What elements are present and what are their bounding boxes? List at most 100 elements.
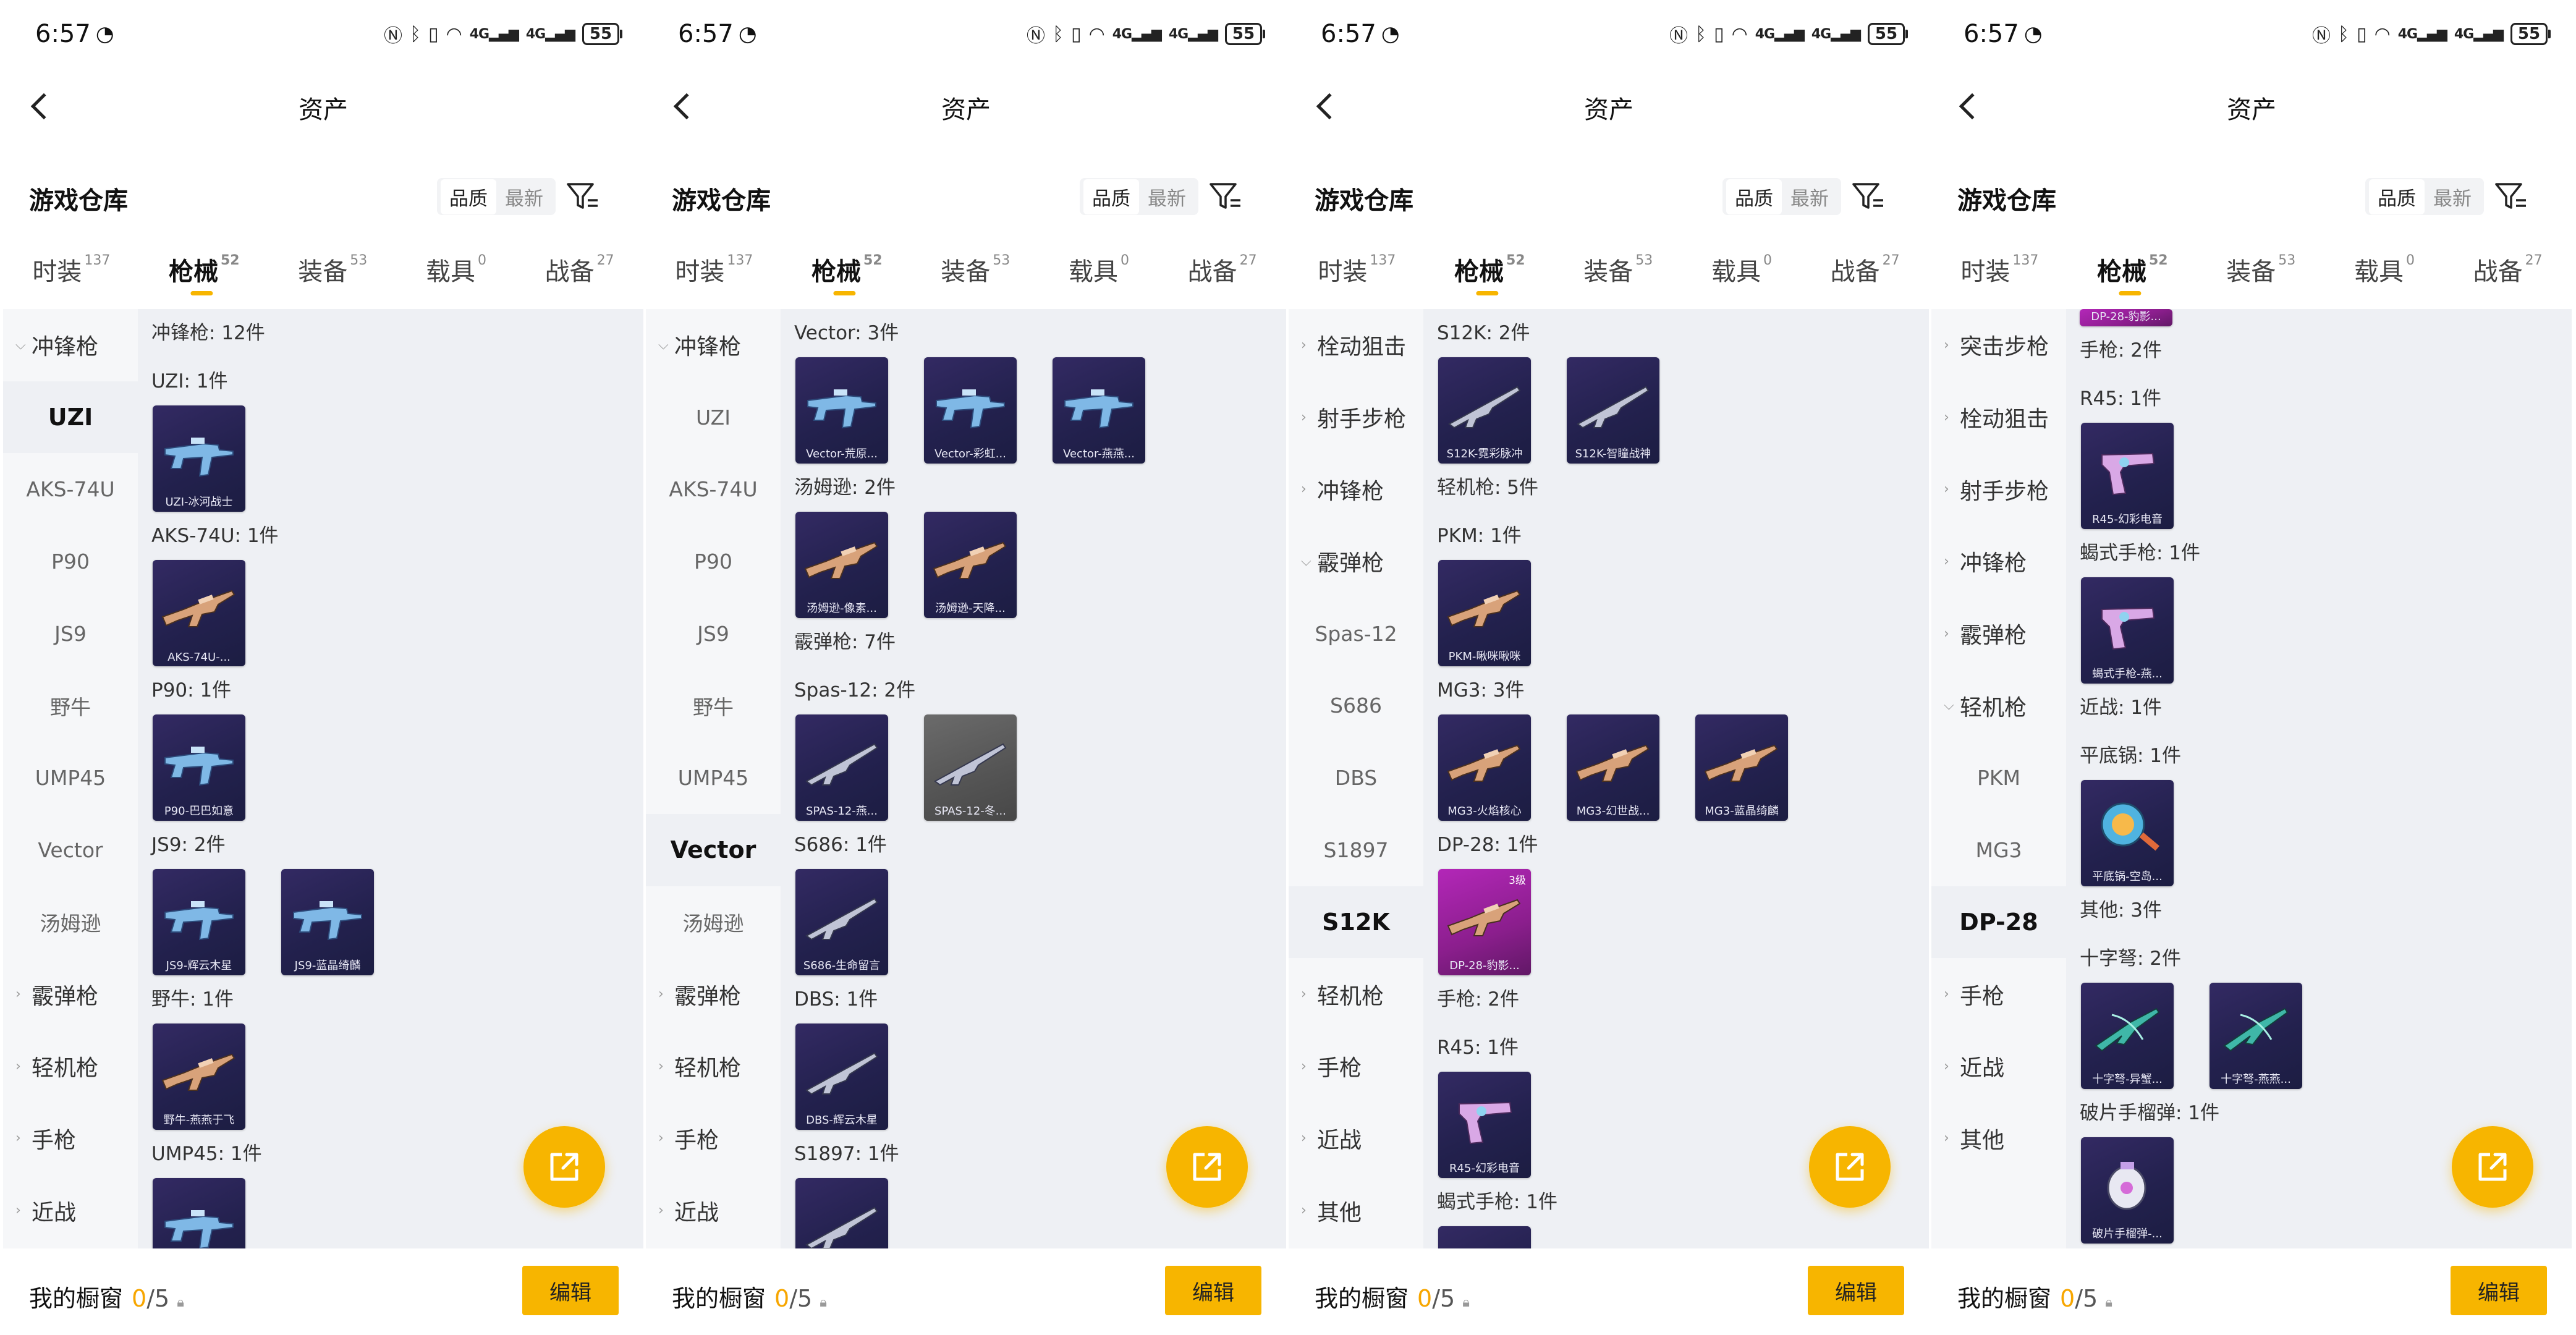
sidebar-item[interactable]: DP-28 (1931, 886, 2066, 959)
tab-fashion[interactable]: 时装 137 (1318, 244, 1396, 303)
share-fab-button[interactable] (2452, 1126, 2533, 1208)
sort-quality-option[interactable]: 品质 (1726, 179, 1782, 214)
sidebar-group[interactable]: › 其他 (1289, 1174, 1423, 1247)
weapon-card[interactable]: R45-幻彩电音 (1438, 1072, 1531, 1178)
share-fab-button[interactable] (1809, 1126, 1891, 1208)
weapon-card[interactable]: S12K-霓彩脉冲 (1438, 357, 1531, 464)
sidebar-group[interactable]: › 射手步枪 (1289, 381, 1423, 454)
sidebar-group[interactable]: › 射手步枪 (1931, 453, 2066, 525)
sidebar-group[interactable]: › 近战 (1289, 1103, 1423, 1175)
tab-equipment[interactable]: 装备 53 (298, 244, 367, 303)
sort-quality-option[interactable]: 品质 (441, 179, 496, 214)
weapon-card[interactable]: 3级 DP-28-豹影... (1438, 869, 1531, 975)
edit-button[interactable]: 编辑 (1808, 1266, 1904, 1315)
weapon-card[interactable]: 破片手榴弹-... (2081, 1137, 2174, 1244)
sidebar-group[interactable]: ⌵ 轻机枪 (1931, 669, 2066, 742)
weapon-card[interactable]: SPAS-12-燕... (795, 714, 888, 821)
sort-quality-option[interactable]: 品质 (2369, 179, 2425, 214)
sort-latest-option[interactable]: 最新 (2425, 179, 2480, 214)
sidebar-group[interactable]: › 栓动狙击 (1289, 309, 1423, 381)
weapon-card[interactable]: AKS-74U-... (153, 560, 245, 666)
tab-guns[interactable]: 枪械 52 (1454, 244, 1525, 303)
sort-latest-option[interactable]: 最新 (1782, 179, 1837, 214)
weapon-card[interactable]: MG3-幻世战... (1567, 714, 1659, 821)
sidebar-item[interactable]: PKM (1931, 742, 2066, 814)
tab-equipment[interactable]: 装备 53 (1583, 244, 1653, 303)
sidebar-item[interactable]: P90 (3, 525, 138, 598)
sidebar-group[interactable]: › 栓动狙击 (1931, 381, 2066, 454)
share-fab-button[interactable] (1166, 1126, 1248, 1208)
tab-guns[interactable]: 枪械 52 (169, 244, 240, 303)
sidebar-item[interactable]: JS9 (646, 598, 781, 670)
share-fab-button[interactable] (523, 1126, 605, 1208)
weapon-card[interactable]: UZI-冰河战士 (153, 405, 245, 512)
sidebar-item[interactable]: JS9 (3, 598, 138, 670)
sidebar-group[interactable]: › 冲锋枪 (1931, 525, 2066, 598)
tab-supplies[interactable]: 战备 27 (1188, 244, 1257, 303)
sidebar-group[interactable]: › 近战 (3, 1174, 138, 1247)
tab-guns[interactable]: 枪械 52 (811, 244, 883, 303)
sidebar-group[interactable]: › 轻机枪 (1289, 958, 1423, 1030)
weapon-card[interactable]: PKM-啾咪啾咪 (1438, 560, 1531, 666)
weapon-card[interactable]: 野牛-燕燕于飞 (153, 1024, 245, 1130)
sort-latest-option[interactable]: 最新 (496, 179, 552, 214)
weapon-card[interactable]: SPAS-12-冬... (924, 714, 1017, 821)
sidebar-group[interactable]: › 霰弹枪 (3, 958, 138, 1030)
tab-fashion[interactable]: 时装 137 (1960, 244, 2038, 303)
tab-vehicles[interactable]: 载具 0 (1711, 244, 1772, 303)
weapon-card[interactable]: MG3-蓝晶绮麟 (1695, 714, 1788, 821)
tab-supplies[interactable]: 战备 27 (2473, 244, 2543, 303)
tab-supplies[interactable]: 战备 27 (545, 244, 614, 303)
weapon-card[interactable]: Vector-彩虹... (924, 357, 1017, 464)
weapon-card[interactable]: DP-28-豹影... (2080, 309, 2172, 326)
sidebar-item[interactable]: MG3 (1931, 814, 2066, 886)
sidebar-group[interactable]: › 近战 (646, 1174, 781, 1247)
sidebar-item[interactable]: 汤姆逊 (646, 886, 781, 959)
weapon-card[interactable]: R45-幻彩电音 (2081, 423, 2174, 529)
tab-equipment[interactable]: 装备 53 (941, 244, 1010, 303)
sidebar-item[interactable]: Spas-12 (1289, 598, 1423, 670)
sidebar-item[interactable]: AKS-74U (3, 453, 138, 525)
weapon-card[interactable]: 汤姆逊-天降... (924, 512, 1017, 618)
sidebar-item[interactable]: AKS-74U (646, 453, 781, 525)
tab-vehicles[interactable]: 载具 0 (2354, 244, 2415, 303)
sidebar-item[interactable]: Vector (3, 814, 138, 886)
sidebar-item[interactable]: S686 (1289, 669, 1423, 742)
sidebar-item[interactable]: S1897 (1289, 814, 1423, 886)
filter-icon[interactable] (566, 180, 600, 213)
weapon-card[interactable] (1438, 1226, 1531, 1248)
sidebar-item[interactable]: UZI (3, 381, 138, 454)
weapon-card[interactable]: P90-巴巴如意 (153, 714, 245, 821)
sidebar-group[interactable]: ⌵ 冲锋枪 (646, 309, 781, 381)
sort-latest-option[interactable]: 最新 (1139, 179, 1195, 214)
weapon-card[interactable]: 蝎式手枪-燕... (2081, 577, 2174, 684)
sidebar-item[interactable]: UMP45 (3, 742, 138, 814)
weapon-card[interactable] (153, 1178, 245, 1248)
sidebar-item[interactable]: DBS (1289, 742, 1423, 814)
tab-equipment[interactable]: 装备 53 (2226, 244, 2295, 303)
tab-guns[interactable]: 枪械 52 (2097, 244, 2168, 303)
sidebar-item[interactable]: 野牛 (3, 669, 138, 742)
tab-supplies[interactable]: 战备 27 (1831, 244, 1900, 303)
weapon-card[interactable]: Vector-荒原... (795, 357, 888, 464)
sidebar-group[interactable]: › 霰弹枪 (646, 958, 781, 1030)
weapon-card[interactable]: 十字弩-异蟹... (2081, 983, 2174, 1089)
sidebar-item[interactable]: Vector (646, 813, 781, 886)
weapon-card[interactable]: Vector-燕燕... (1053, 357, 1145, 464)
sidebar-item[interactable]: S12K (1289, 886, 1423, 959)
weapon-card[interactable]: DBS-辉云木星 (795, 1024, 888, 1130)
sidebar-group[interactable]: › 霰弹枪 (1931, 598, 2066, 670)
tab-fashion[interactable]: 时装 137 (675, 244, 753, 303)
weapon-card[interactable]: MG3-火焰核心 (1438, 714, 1531, 821)
sort-quality-option[interactable]: 品质 (1083, 179, 1139, 214)
weapon-card[interactable]: 汤姆逊-像素... (795, 512, 888, 618)
sidebar-item[interactable]: P90 (646, 525, 781, 598)
weapon-card[interactable] (795, 1178, 888, 1248)
weapon-card[interactable]: JS9-蓝晶绮麟 (281, 869, 374, 975)
sidebar-group[interactable]: › 手枪 (3, 1103, 138, 1175)
filter-icon[interactable] (2494, 180, 2528, 213)
sidebar-group[interactable]: › 手枪 (1931, 958, 2066, 1030)
sidebar-group[interactable]: ⌵ 冲锋枪 (3, 309, 138, 381)
sidebar-group[interactable]: › 冲锋枪 (1289, 453, 1423, 525)
sidebar-group[interactable]: › 手枪 (646, 1103, 781, 1175)
